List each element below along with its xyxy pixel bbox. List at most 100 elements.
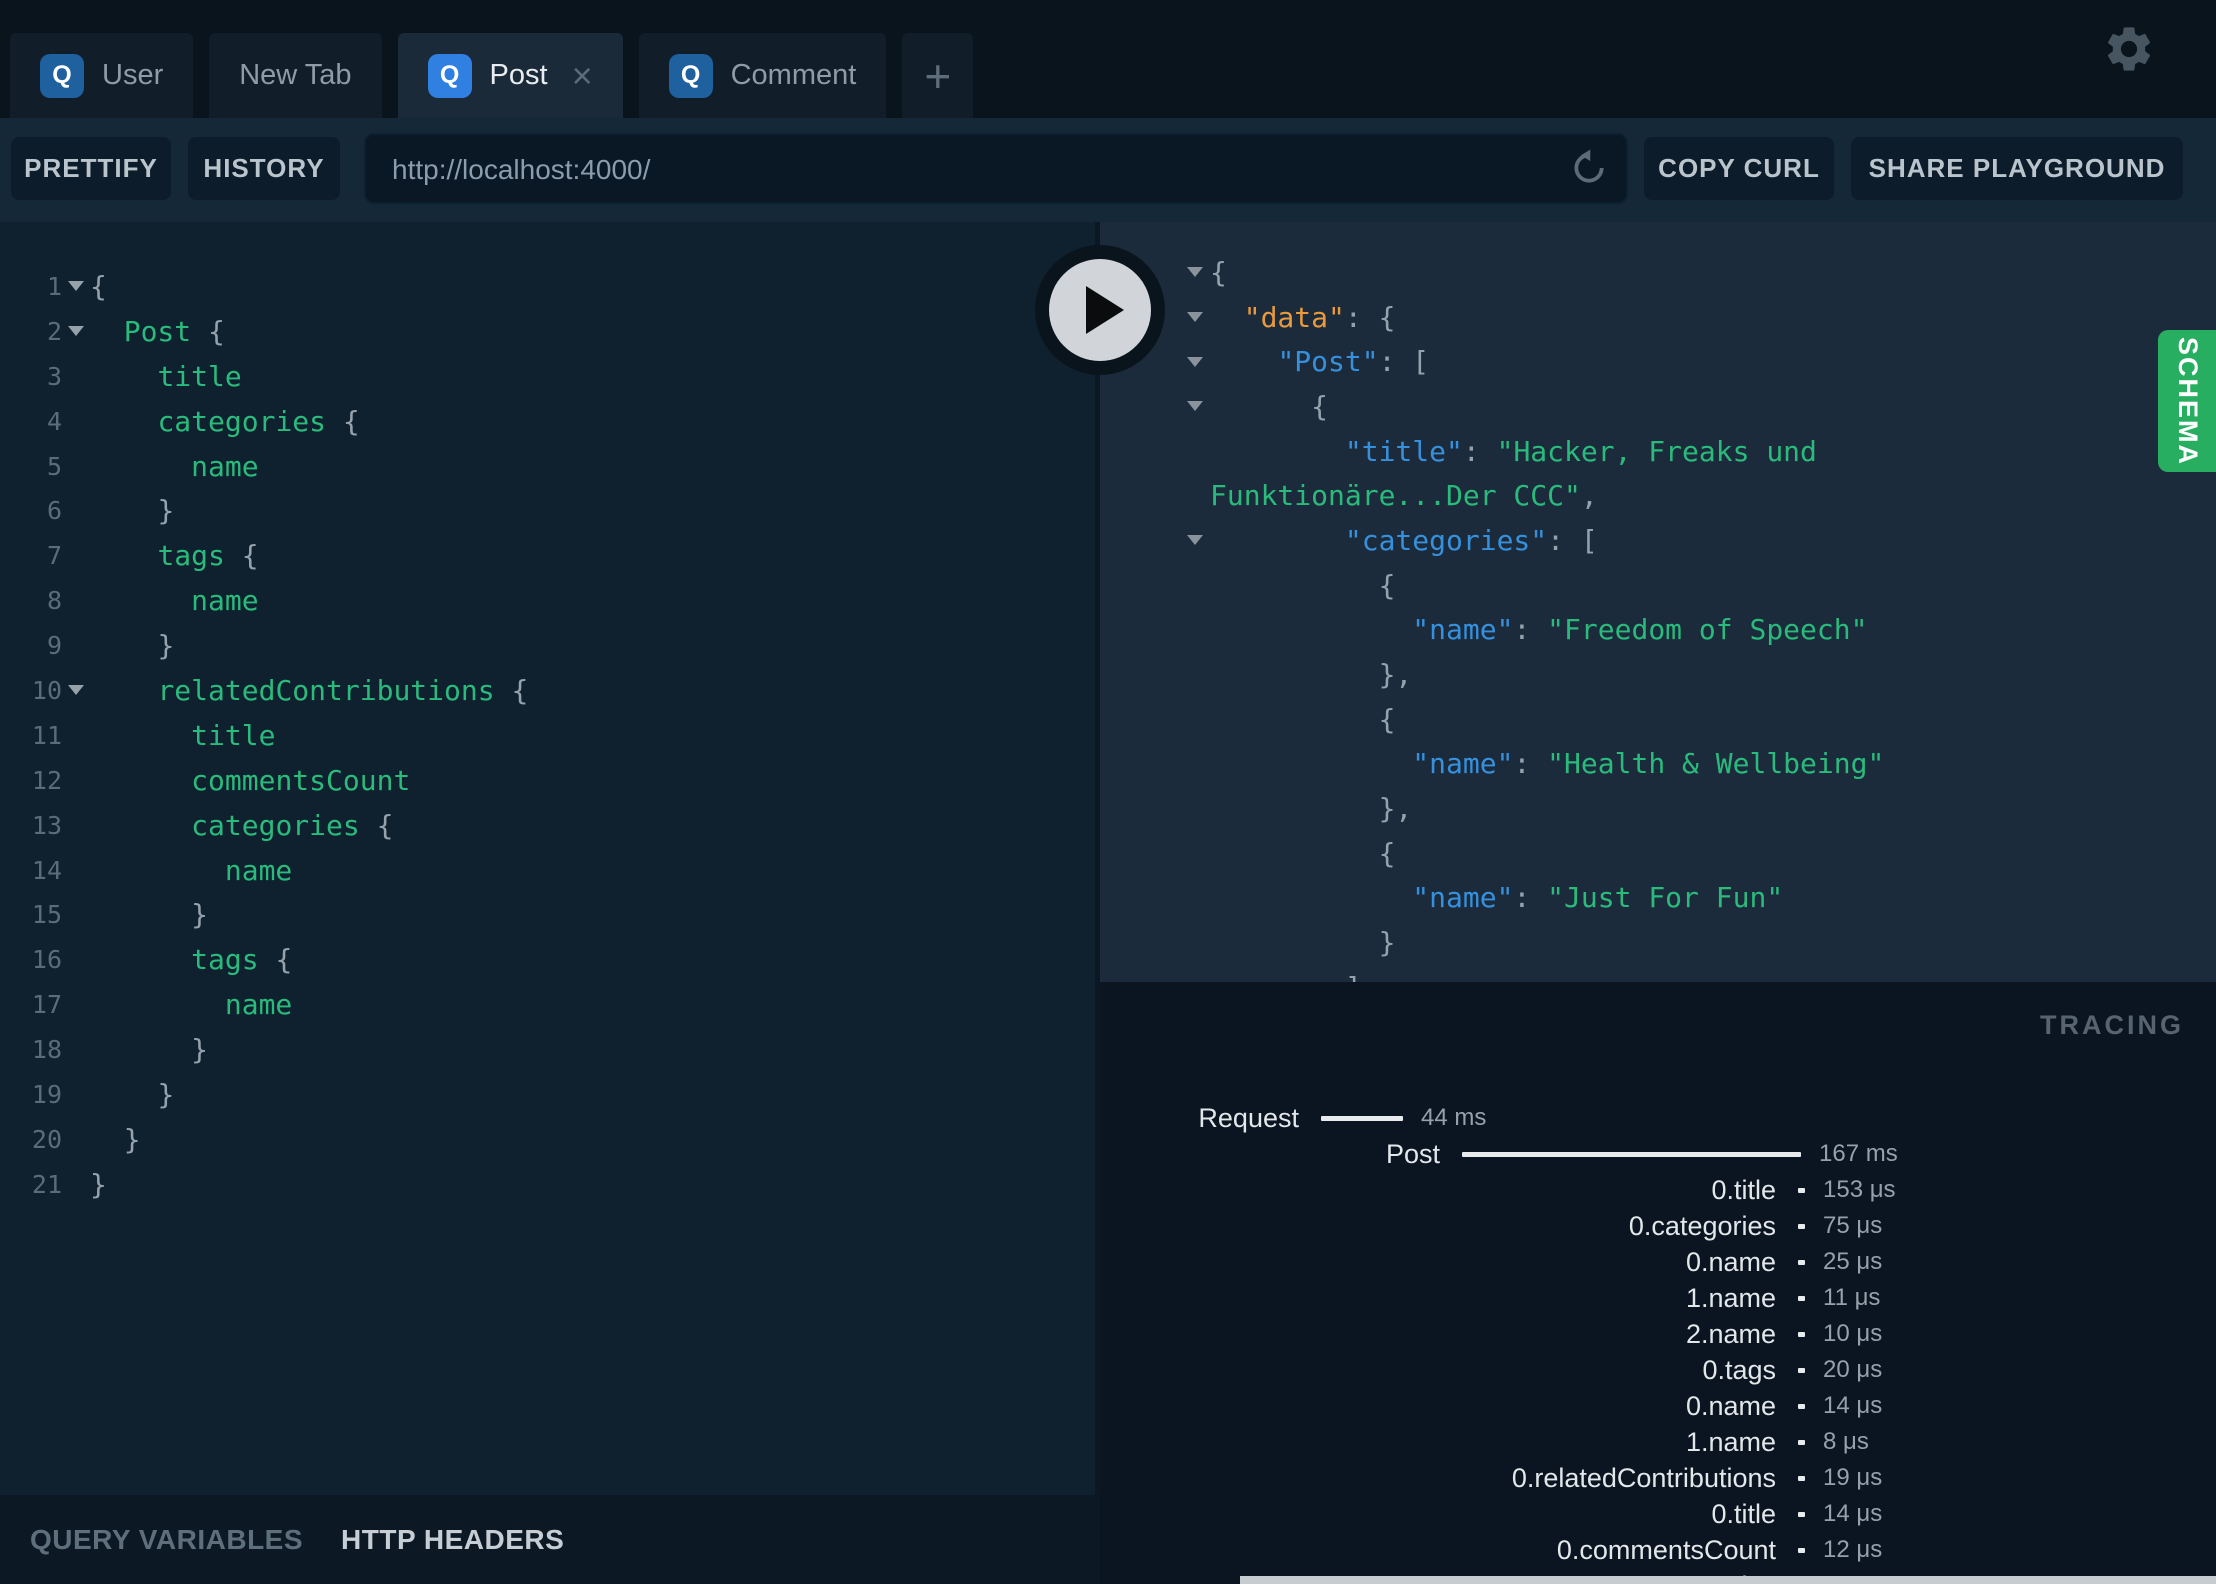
settings-gear-icon[interactable] [2102,22,2156,76]
reload-endpoint-icon[interactable] [1570,149,1608,187]
trace-row: Post 167 ms [1100,1136,2216,1172]
trace-duration-value: 12 μs [1823,1536,1883,1563]
query-line: 3 title [0,354,1095,399]
schema-tab-label: SCHEMA [2172,336,2203,466]
tab-http-headers[interactable]: HTTP HEADERS [341,1524,564,1556]
response-line: "title": "Hacker, Freaks und [1180,429,2216,474]
code-text: } [157,629,175,663]
fold-toggle-icon[interactable] [1187,535,1203,546]
code-text: { [1378,702,1396,736]
query-line: 10 relatedContributions { [0,668,1095,713]
bottom-tab-bar: QUERY VARIABLES HTTP HEADERS [0,1495,1100,1584]
tab-post[interactable]: Q Post × [397,33,623,118]
code-text: } [157,494,175,528]
trace-duration-value: 167 ms [1819,1140,1898,1167]
line-number: 17 [31,990,62,1020]
tab-query-variables[interactable]: QUERY VARIABLES [30,1524,303,1556]
line-number: 1 [46,271,62,301]
code-text: { [1378,568,1396,602]
code-text: title [191,718,276,752]
response-line: }, [1180,786,2216,831]
trace-duration-bar [1798,1367,1805,1373]
trace-duration-bar [1798,1331,1805,1337]
trace-label: Post [1385,1138,1440,1169]
schema-tab[interactable]: SCHEMA [2158,330,2216,472]
query-line: 6 } [0,488,1095,533]
tab-new-tab[interactable]: New Tab [209,33,382,118]
line-number: 10 [31,675,62,705]
code-text: "name": "Just For Fun" [1412,881,1784,915]
fold-toggle-icon[interactable] [1187,312,1203,323]
trace-label: 0.relatedContributions [1511,1462,1776,1493]
query-line: 15 } [0,892,1095,937]
code-text: "name": "Freedom of Speech" [1412,613,1868,647]
query-line: 14 name [0,848,1095,893]
trace-duration-bar [1798,1295,1805,1301]
query-line: 12 commentsCount [0,758,1095,803]
trace-duration-bar [1798,1403,1805,1409]
query-type-badge: Q [427,53,472,98]
trace-row: Request 44 ms [1100,1100,2216,1136]
query-line: 9 } [0,623,1095,668]
response-line: }, [1180,652,2216,697]
line-number: 11 [31,720,62,750]
line-number: 18 [31,1035,62,1065]
copy-curl-button[interactable]: COPY CURL [1644,137,1834,200]
response-line: { [1180,384,2216,429]
add-tab-button[interactable]: + [902,33,974,118]
fold-toggle-icon[interactable] [1187,356,1203,367]
code-text: name [191,584,259,618]
line-number: 21 [31,1169,62,1199]
horizontal-scrollbar[interactable] [1240,1576,2216,1584]
query-line: 11 title [0,713,1095,758]
query-line: 17 name [0,982,1095,1027]
tab-label: Post [489,59,548,91]
line-number: 5 [46,451,62,481]
tracing-toggle[interactable]: TRACING [2040,1010,2184,1041]
line-number: 7 [46,541,62,571]
tab-user[interactable]: Q User [10,33,194,118]
close-tab-icon[interactable]: × [572,57,593,94]
code-text: "name": "Health & Wellbeing" [1412,747,1885,781]
fold-slot [62,281,90,292]
fold-slot [1180,356,1210,367]
fold-slot [1180,401,1210,412]
response-line: Funktionäre...Der CCC", [1180,473,2216,518]
execute-query-button[interactable] [1035,245,1165,375]
code-text: ] [1210,971,1362,982]
fold-toggle-icon[interactable] [68,326,84,337]
prettify-button[interactable]: PRETTIFY [11,137,171,200]
top-bar: Q User New Tab Q Post × Q Comment + [0,0,2216,118]
query-line: 5 name [0,444,1095,489]
response-line: { [1180,697,2216,742]
fold-toggle-icon[interactable] [1187,401,1203,412]
query-editor[interactable]: 1{2 Post {3 title 4 categories {5 name 6 }… [0,222,1100,1495]
fold-toggle-icon[interactable] [1187,267,1203,278]
code-text: name [224,988,293,1022]
fold-toggle-icon[interactable] [68,281,84,292]
line-number: 3 [46,361,62,391]
fold-slot [1180,535,1210,546]
fold-slot [62,685,90,696]
fold-toggle-icon[interactable] [68,685,84,696]
code-text: commentsCount [191,763,411,797]
query-line: 1{ [0,264,1095,309]
response-line: { [1180,831,2216,876]
trace-row: 0.commentsCount 12 μs [1100,1532,2216,1568]
tab-label: New Tab [239,59,352,91]
line-number: 9 [46,631,62,661]
tab-comment[interactable]: Q Comment [638,33,887,118]
toolbar: PRETTIFY HISTORY COPY CURL SHARE PLAYGRO… [0,118,2216,222]
share-playground-button[interactable]: SHARE PLAYGROUND [1851,137,2183,200]
trace-rows: Request 44 ms Post 167 ms 0.title 153 μs 0.cat… [1100,1100,2216,1584]
tab-bar: Q User New Tab Q Post × Q Comment + [10,33,989,118]
history-button[interactable]: HISTORY [188,137,340,200]
query-line: 21} [0,1162,1095,1207]
code-text: Funktionäre...Der CCC", [1210,479,1598,513]
response-line: "name": "Just For Fun" [1180,876,2216,921]
code-text: { [1378,836,1396,870]
code-text: title [157,359,242,393]
trace-row: 0.relatedContributions 19 μs [1100,1460,2216,1496]
code-text: "categories": [ [1344,523,1598,557]
endpoint-url-input[interactable] [390,135,1534,204]
